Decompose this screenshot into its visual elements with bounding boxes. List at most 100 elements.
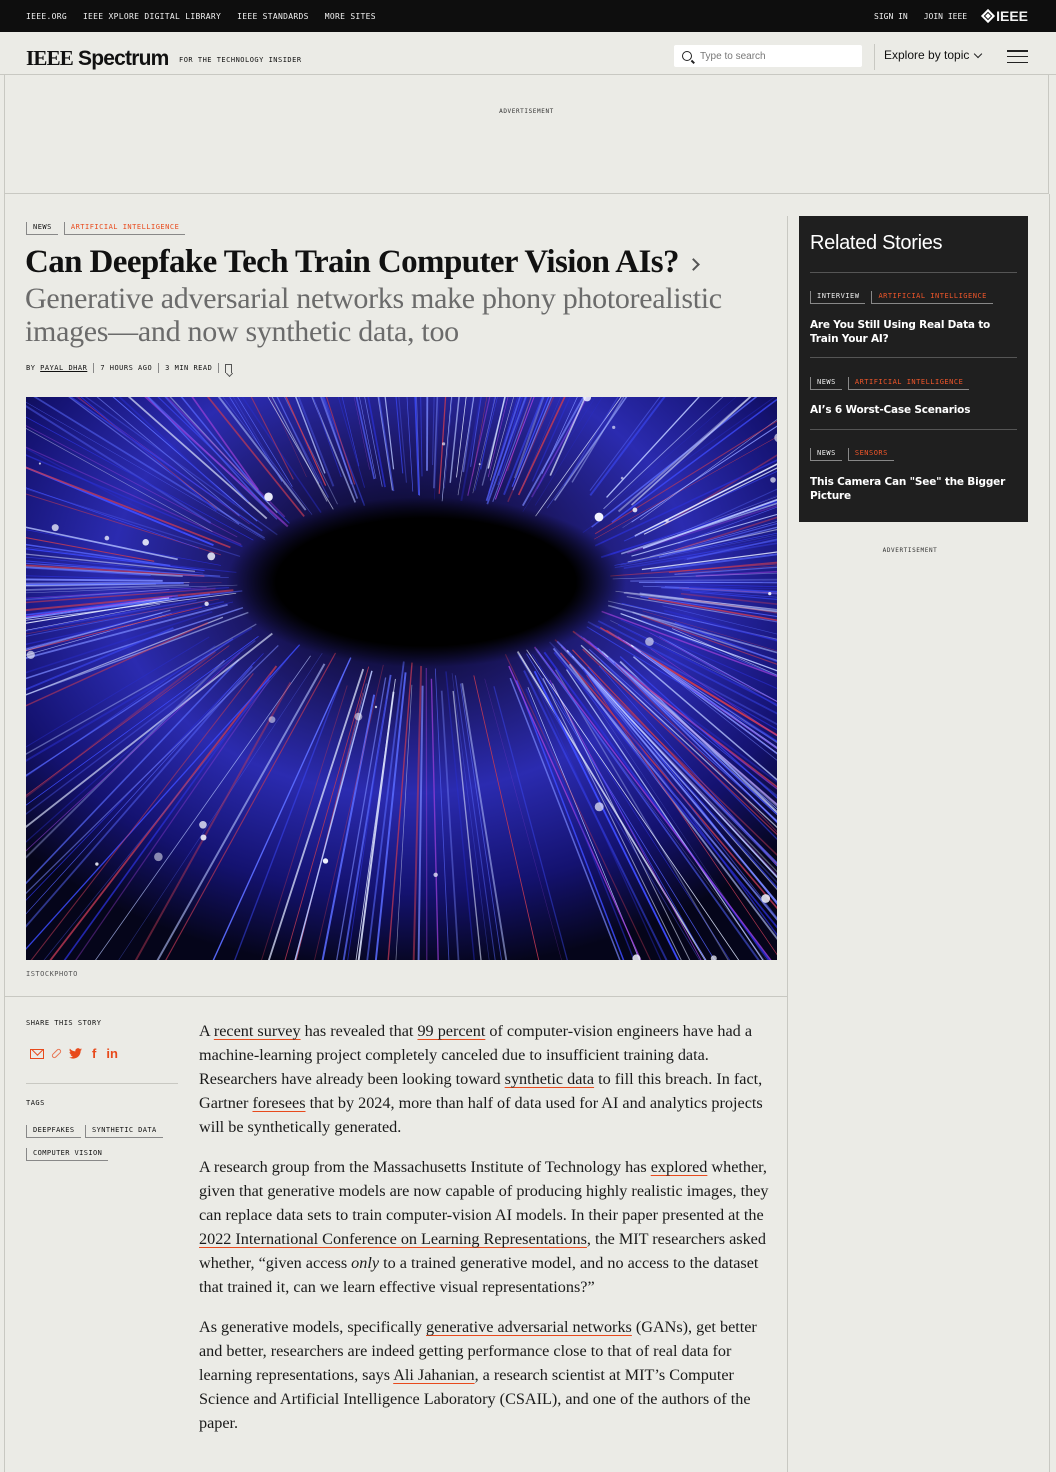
paragraph-1: A recent survey has revealed that 99 per…	[199, 1022, 763, 1136]
hamburger-menu-icon[interactable]	[1007, 50, 1028, 63]
paragraph-3: As generative models, specifically gener…	[199, 1318, 757, 1432]
ieee-org-link[interactable]: IEEE.ORG	[26, 12, 67, 21]
related-rule	[810, 357, 1017, 358]
related-1-kind[interactable]: INTERVIEW	[810, 291, 866, 304]
frame-line-left	[4, 194, 5, 1472]
tag-synthetic-data[interactable]: SYNTHETIC DATA	[85, 1125, 163, 1138]
image-credit: ISTOCKPHOTO	[26, 970, 78, 978]
kind-tag[interactable]: NEWS	[26, 222, 58, 235]
light-dot	[154, 852, 163, 862]
frame-line-right	[1049, 194, 1050, 1472]
light-dot	[204, 601, 209, 607]
related-heading: Related Stories	[810, 232, 943, 254]
top-bar: IEEE.ORG IEEE XPLORE DIGITAL LIBRARY IEE…	[0, 0, 1056, 32]
light-dot	[322, 858, 329, 864]
iclr-link[interactable]: 2022 International Conference on Learnin…	[199, 1230, 587, 1248]
light-dot	[104, 535, 110, 541]
light-dot	[51, 524, 59, 532]
explore-by-topic-button[interactable]: Explore by topic	[884, 48, 983, 62]
facebook-icon[interactable]: f	[92, 1047, 96, 1060]
explore-label: Explore by topic	[884, 48, 970, 62]
explored-link[interactable]: explored	[651, 1158, 708, 1176]
related-1-topic[interactable]: ARTIFICIAL INTELLIGENCE	[871, 291, 993, 304]
light-dot	[264, 492, 273, 502]
site-header: IEEE Spectrum FOR THE TECHNOLOGY INSIDER…	[0, 32, 1056, 75]
article-separator	[4, 996, 787, 997]
related-rule	[810, 272, 1017, 273]
author-link[interactable]: PAYAL DHAR	[40, 364, 87, 372]
bookmark-icon[interactable]	[225, 363, 233, 373]
ieee-diamond-icon	[981, 8, 996, 24]
search-input[interactable]	[700, 50, 850, 62]
light-dot	[594, 802, 604, 812]
search-box[interactable]	[674, 45, 862, 67]
recent-survey-link[interactable]: recent survey	[214, 1022, 301, 1040]
article-tags: NEWS ARTIFICIAL INTELLIGENCE	[26, 222, 186, 235]
standards-link[interactable]: IEEE STANDARDS	[237, 12, 309, 21]
frame-line-middle	[787, 216, 788, 1472]
related-2-topic[interactable]: ARTIFICIAL INTELLIGENCE	[847, 377, 970, 390]
light-dot	[38, 462, 42, 465]
ieee-logo-text: IEEE	[996, 8, 1028, 24]
spectrum-logo[interactable]: IEEE Spectrum	[26, 46, 169, 71]
light-dot	[433, 872, 438, 877]
ieee-logo[interactable]: IEEE	[981, 8, 1028, 24]
light-dot	[620, 476, 624, 480]
sign-in-link[interactable]: SIGN IN	[874, 12, 908, 21]
foresees-link[interactable]: foresees	[252, 1094, 305, 1112]
article-subtitle: Generative adversarial networks make pho…	[25, 282, 722, 348]
chevron-right-icon[interactable]	[687, 258, 700, 271]
twitter-icon[interactable]	[69, 1048, 82, 1059]
email-share-icon[interactable]	[30, 1048, 44, 1059]
light-dot	[768, 592, 772, 596]
tag-deepfakes[interactable]: DEEPFAKES	[26, 1125, 81, 1138]
tagline: FOR THE TECHNOLOGY INSIDER	[179, 56, 302, 64]
more-sites-link[interactable]: MORE SITES	[325, 12, 376, 21]
light-dot	[761, 894, 771, 903]
share-buttons: f in	[30, 1047, 118, 1060]
light-dot	[612, 425, 616, 429]
join-ieee-link[interactable]: JOIN IEEE	[924, 12, 967, 21]
light-dot	[354, 712, 363, 721]
synthetic-data-link[interactable]: synthetic data	[505, 1070, 594, 1088]
related-2-tags: NEWS ARTIFICIAL INTELLIGENCE	[810, 377, 970, 390]
light-dot	[594, 512, 604, 522]
related-3-tags: NEWS SENSORS	[810, 448, 894, 461]
related-stories: Related Stories INTERVIEW ARTIFICIAL INT…	[799, 216, 1028, 522]
hero-image	[26, 397, 777, 960]
light-dot	[645, 637, 654, 646]
related-1-tags: INTERVIEW ARTIFICIAL INTELLIGENCE	[810, 291, 993, 304]
xplore-link[interactable]: IEEE XPLORE DIGITAL LIBRARY	[83, 12, 221, 21]
related-3-kind[interactable]: NEWS	[810, 448, 842, 461]
gan-link[interactable]: generative adversarial networks	[426, 1318, 632, 1336]
light-dot	[207, 552, 216, 561]
share-separator	[26, 1083, 178, 1084]
ali-jahanian-link[interactable]: Ali Jahanian	[393, 1366, 474, 1384]
light-dot	[199, 820, 207, 829]
related-story-3[interactable]: This Camera Can "See" the Bigger Picture	[810, 475, 1020, 503]
related-story-2[interactable]: AI’s 6 Worst-Case Scenarios	[810, 403, 1020, 417]
top-ad-slot: ADVERTISEMENT	[4, 75, 1049, 194]
tag-computer-vision[interactable]: COMPUTER VISION	[26, 1148, 109, 1161]
search-icon	[682, 51, 692, 61]
light-dot	[632, 507, 638, 513]
article-body: A recent survey has revealed that 99 per…	[199, 1019, 779, 1451]
related-story-1[interactable]: Are You Still Using Real Data to Train Y…	[810, 318, 1020, 346]
logo-spectrum: Spectrum	[78, 47, 169, 70]
light-dot	[268, 716, 276, 724]
ninety-nine-percent-link[interactable]: 99 percent	[417, 1022, 485, 1040]
related-2-kind[interactable]: NEWS	[810, 377, 842, 390]
linkedin-icon[interactable]: in	[106, 1047, 118, 1060]
side-ad-label: ADVERTISEMENT	[882, 547, 938, 554]
light-dot	[26, 650, 35, 659]
light-dot	[770, 477, 776, 483]
publish-time: 7 HOURS AGO	[100, 364, 153, 372]
fiber-optic-illustration	[26, 397, 777, 960]
light-dot	[665, 518, 669, 523]
related-rule	[810, 429, 1017, 430]
tags-label: TAGS	[26, 1099, 45, 1107]
related-3-topic[interactable]: SENSORS	[847, 448, 894, 461]
topic-tag[interactable]: ARTIFICIAL INTELLIGENCE	[63, 222, 186, 235]
light-dot	[200, 834, 207, 841]
copy-link-icon[interactable]	[50, 1047, 63, 1060]
